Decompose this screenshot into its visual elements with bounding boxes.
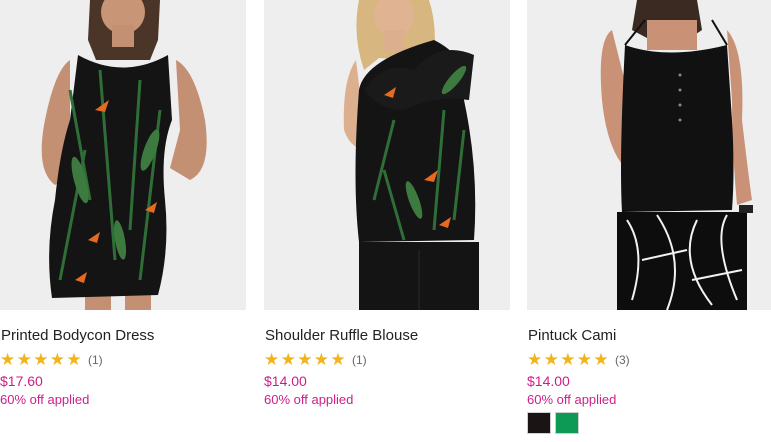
color-swatch-black[interactable] [527,412,551,434]
product-image[interactable] [0,0,246,310]
product-name[interactable]: Pintuck Cami [528,327,771,345]
star-icon: ★ [33,350,49,369]
product-card[interactable]: Shoulder Ruffle Blouse ★ ★ ★ ★ ★ (1) $14… [264,0,510,408]
star-icon: ★ [264,350,280,369]
color-swatch-green[interactable] [555,412,579,434]
star-icon: ★ [330,350,346,369]
star-icon: ★ [49,350,66,369]
rating-count: (1) [351,352,367,367]
promo-text: 60% off applied [264,392,354,407]
rating-stars: ★ ★ ★ ★ ★ [0,351,83,368]
product-price: $14.00 [527,373,570,389]
star-icon: ★ [576,350,593,369]
product-rating[interactable]: ★ ★ ★ ★ ★ (3) [527,351,771,368]
product-image[interactable] [527,0,771,310]
star-icon: ★ [280,350,296,369]
rating-stars: ★ ★ ★ ★ ★ [527,351,610,368]
rating-count: (1) [87,352,103,367]
product-name[interactable]: Printed Bodycon Dress [1,327,246,345]
star-icon: ★ [527,350,543,369]
star-icon: ★ [543,350,559,369]
star-icon: ★ [66,350,82,369]
product-rating[interactable]: ★ ★ ★ ★ ★ (1) [0,351,246,368]
promo-text: 60% off applied [0,392,90,407]
product-grid: Printed Bodycon Dress ★ ★ ★ ★ ★ (1) $17.… [0,0,771,442]
rating-stars: ★ ★ ★ ★ ★ [264,351,347,368]
product-rating[interactable]: ★ ★ ★ ★ ★ (1) [264,351,510,368]
promo-text: 60% off applied [527,392,617,407]
product-card[interactable]: Printed Bodycon Dress ★ ★ ★ ★ ★ (1) $17.… [0,0,246,408]
star-icon: ★ [297,350,313,369]
star-icon: ★ [16,350,32,369]
product-card[interactable]: Pintuck Cami ★ ★ ★ ★ ★ (3) $14.00 60% of… [527,0,771,434]
star-icon: ★ [0,350,16,369]
product-price: $17.60 [0,373,43,389]
rating-count: (3) [614,352,630,367]
product-name[interactable]: Shoulder Ruffle Blouse [265,327,510,345]
product-price: $14.00 [264,373,307,389]
star-icon: ★ [593,350,609,369]
product-image[interactable] [264,0,510,310]
star-icon: ★ [560,350,576,369]
color-swatches [527,412,771,434]
star-icon: ★ [313,350,330,369]
